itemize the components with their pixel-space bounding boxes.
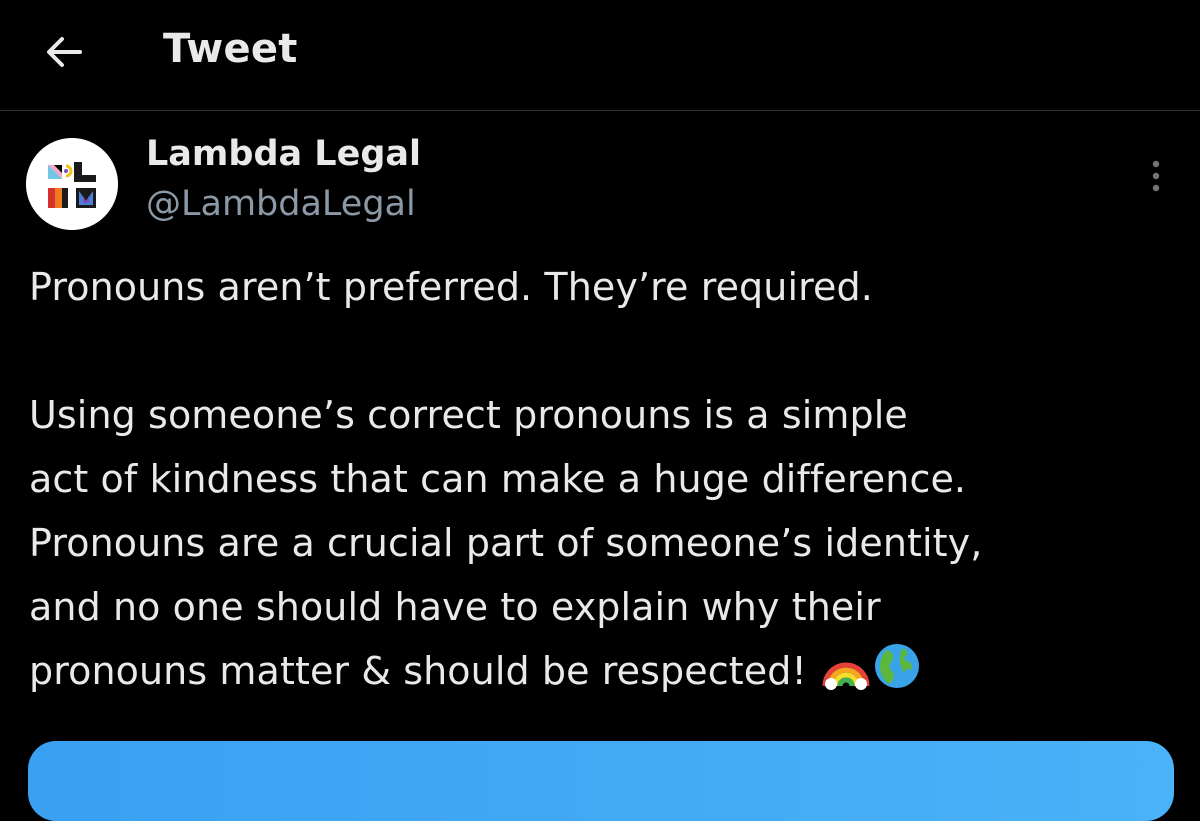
tweet-text-line: pronouns matter & should be respected!: [29, 649, 807, 693]
more-vertical-icon: [1152, 160, 1160, 192]
arrow-left-icon: [47, 37, 82, 67]
tweet-text-line-last: pronouns matter & should be respected!: [29, 639, 1179, 709]
lambda-legal-logo: [26, 138, 118, 230]
author-display-name[interactable]: Lambda Legal: [146, 134, 421, 174]
back-button[interactable]: [36, 24, 92, 80]
page-title: Tweet: [163, 26, 298, 72]
paragraph-break: [29, 319, 1179, 383]
top-bar: Tweet: [0, 0, 1200, 111]
tweet-text-line: and no one should have to explain why th…: [29, 585, 881, 629]
avatar[interactable]: [26, 138, 118, 230]
tweet-text-line: Using someone’s correct pronouns is a si…: [29, 393, 908, 437]
tweet-text-line: Pronouns aren’t preferred. They’re requi…: [29, 265, 873, 309]
author-handle[interactable]: @LambdaLegal: [146, 184, 416, 224]
rainbow-emoji: [821, 644, 871, 709]
globe-emoji: [873, 642, 921, 709]
tweet-text-line: Pronouns are a crucial part of someone’s…: [29, 521, 983, 565]
tweet-text-line: act of kindness that can make a huge dif…: [29, 457, 967, 501]
more-options-button[interactable]: [1134, 154, 1178, 198]
media-preview[interactable]: [28, 741, 1174, 821]
tweet-text: Pronouns aren’t preferred. They’re requi…: [29, 255, 1179, 709]
